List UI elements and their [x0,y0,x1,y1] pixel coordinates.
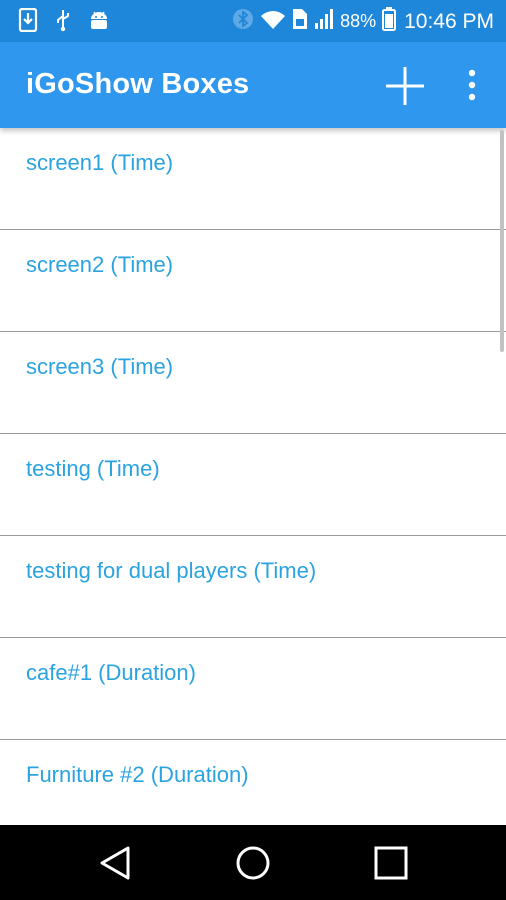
list-item-label: cafe#1 (Duration) [26,660,196,685]
add-button[interactable] [384,65,426,107]
list-item-label: screen3 (Time) [26,354,174,379]
list-item[interactable]: testing (Time) [0,434,506,536]
clock: 10:46 PM [404,9,494,33]
recents-icon [374,846,408,880]
app-title: iGoShow Boxes [26,68,250,100]
recents-button[interactable] [371,843,411,883]
usb-icon [56,8,70,37]
battery-percent: 88% [340,11,377,31]
battery-icon [382,7,397,36]
bluetooth-icon [232,7,254,36]
signal-icon [314,8,334,35]
list-item-label: Furniture #2 (Duration) [26,762,249,787]
wifi-icon [260,8,286,35]
box-list: screen1 (Time) screen2 (Time) screen3 (T… [0,128,506,825]
list-item[interactable]: cafe#1 (Duration) [0,638,506,740]
android-icon [88,9,110,36]
download-icon [18,7,38,37]
more-options-button[interactable] [460,67,484,103]
home-button[interactable] [233,843,273,883]
sim-icon [292,8,308,35]
list-item[interactable]: screen1 (Time) [0,128,506,230]
list-item-label: testing for dual players (Time) [26,558,317,583]
list-item-label: screen2 (Time) [26,252,174,277]
status-bar: 88% 10:46 PM [0,0,506,42]
list-item[interactable]: testing for dual players (Time) [0,536,506,638]
home-icon [236,846,270,880]
scrollbar[interactable] [500,130,504,352]
navigation-bar [0,825,506,900]
more-vert-icon [468,69,476,101]
back-icon [100,846,130,880]
list-item[interactable]: Furniture #2 (Duration) [0,740,506,825]
add-icon [386,67,424,105]
list-item-label: screen1 (Time) [26,150,174,175]
back-button[interactable] [96,843,136,883]
app-bar: iGoShow Boxes [0,42,506,128]
list-item[interactable]: screen2 (Time) [0,230,506,332]
list-item-label: testing (Time) [26,456,160,481]
list-item[interactable]: screen3 (Time) [0,332,506,434]
